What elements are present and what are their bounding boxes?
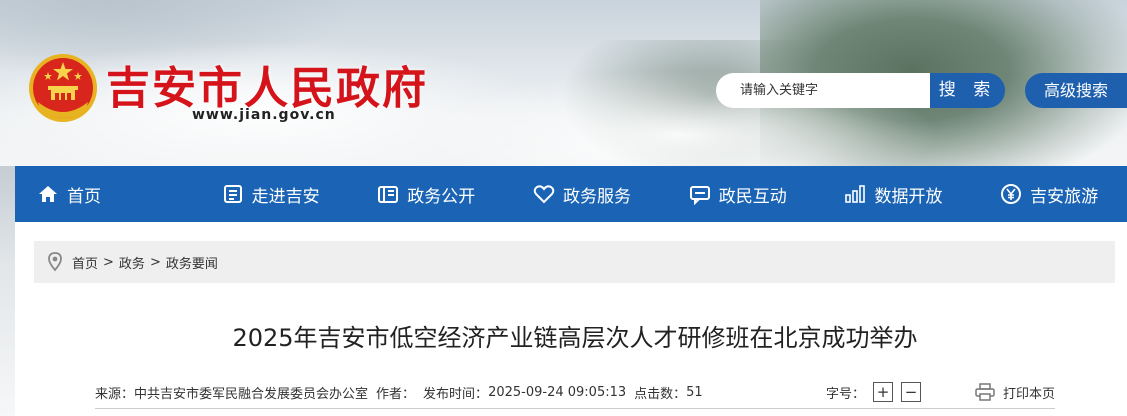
nav-label: 政务公开 — [407, 186, 476, 207]
advanced-search-button[interactable]: 高级搜索 — [1025, 73, 1127, 108]
publish-time-label: 发布时间： — [423, 386, 489, 402]
breadcrumb-news[interactable]: 政务要闻 — [166, 253, 218, 272]
left-decoration — [0, 166, 15, 416]
nav-item-tourism[interactable]: 吉安旅游 — [971, 166, 1127, 222]
printer-icon[interactable] — [975, 383, 995, 401]
search-input[interactable]: 请输入关键字 — [716, 73, 932, 108]
article-meta: 来源： 中共吉安市委军民融合发展委员会办公室 作者： 发布时间： 2025-09… — [95, 377, 1055, 407]
document-icon — [378, 186, 399, 203]
yen-icon — [1001, 184, 1022, 204]
source-label: 来源： — [95, 386, 135, 402]
national-emblem-icon — [29, 54, 97, 122]
print-page-link[interactable]: 打印本页 — [1003, 383, 1055, 402]
nav-label: 首页 — [67, 186, 101, 207]
article-title: 2025年吉安市低空经济产业链高层次人才研修班在北京成功举办 — [232, 324, 918, 352]
nav-item-home[interactable]: 首页 — [15, 166, 193, 222]
publish-time-value: 2025-09-24 09:05:13 — [488, 384, 627, 400]
meta-divider — [95, 408, 1055, 409]
nav-label: 政民互动 — [718, 186, 787, 207]
font-increase-button[interactable]: + — [872, 382, 893, 402]
search-button[interactable]: 搜 索 — [930, 73, 1005, 108]
clicks-value: 51 — [686, 384, 703, 400]
nav-label: 数据开放 — [874, 186, 943, 207]
main-nav: 首页 走进吉安 政务公开 政务服务 政民互动 数据开放 吉安旅游 — [15, 166, 1127, 222]
nav-item-about[interactable]: 走进吉安 — [193, 166, 349, 222]
breadcrumb-affairs[interactable]: 政务 — [119, 253, 145, 272]
location-pin-icon — [48, 252, 62, 272]
font-decrease-button[interactable]: − — [900, 382, 921, 402]
article-tools: 字号： + − 打印本页 — [826, 377, 1055, 407]
clicks-label: 点击数： — [634, 386, 687, 402]
chat-icon — [689, 186, 710, 205]
book-icon — [223, 185, 242, 203]
breadcrumb-separator: > — [103, 254, 114, 270]
author-label: 作者： — [376, 386, 416, 402]
heart-icon — [533, 185, 555, 204]
nav-item-gov-services[interactable]: 政务服务 — [504, 166, 660, 222]
nav-item-open-data[interactable]: 数据开放 — [816, 166, 972, 222]
breadcrumb: 首页 > 政务 > 政务要闻 — [34, 241, 1115, 283]
breadcrumb-separator: > — [149, 254, 161, 270]
nav-item-gov-affairs[interactable]: 政务公开 — [348, 166, 504, 222]
font-size-label: 字号： — [825, 386, 865, 402]
source-value: 中共吉安市委军民融合发展委员会办公室 — [134, 386, 369, 402]
nav-label: 政务服务 — [563, 186, 632, 207]
home-icon — [39, 186, 57, 202]
site-url: www.jian.gov.cn — [192, 107, 336, 123]
nav-label: 走进吉安 — [251, 186, 320, 207]
nav-item-interaction[interactable]: 政民互动 — [660, 166, 816, 222]
nav-label: 吉安旅游 — [1030, 186, 1099, 207]
bar-chart-icon — [845, 185, 866, 203]
breadcrumb-home[interactable]: 首页 — [72, 253, 98, 272]
